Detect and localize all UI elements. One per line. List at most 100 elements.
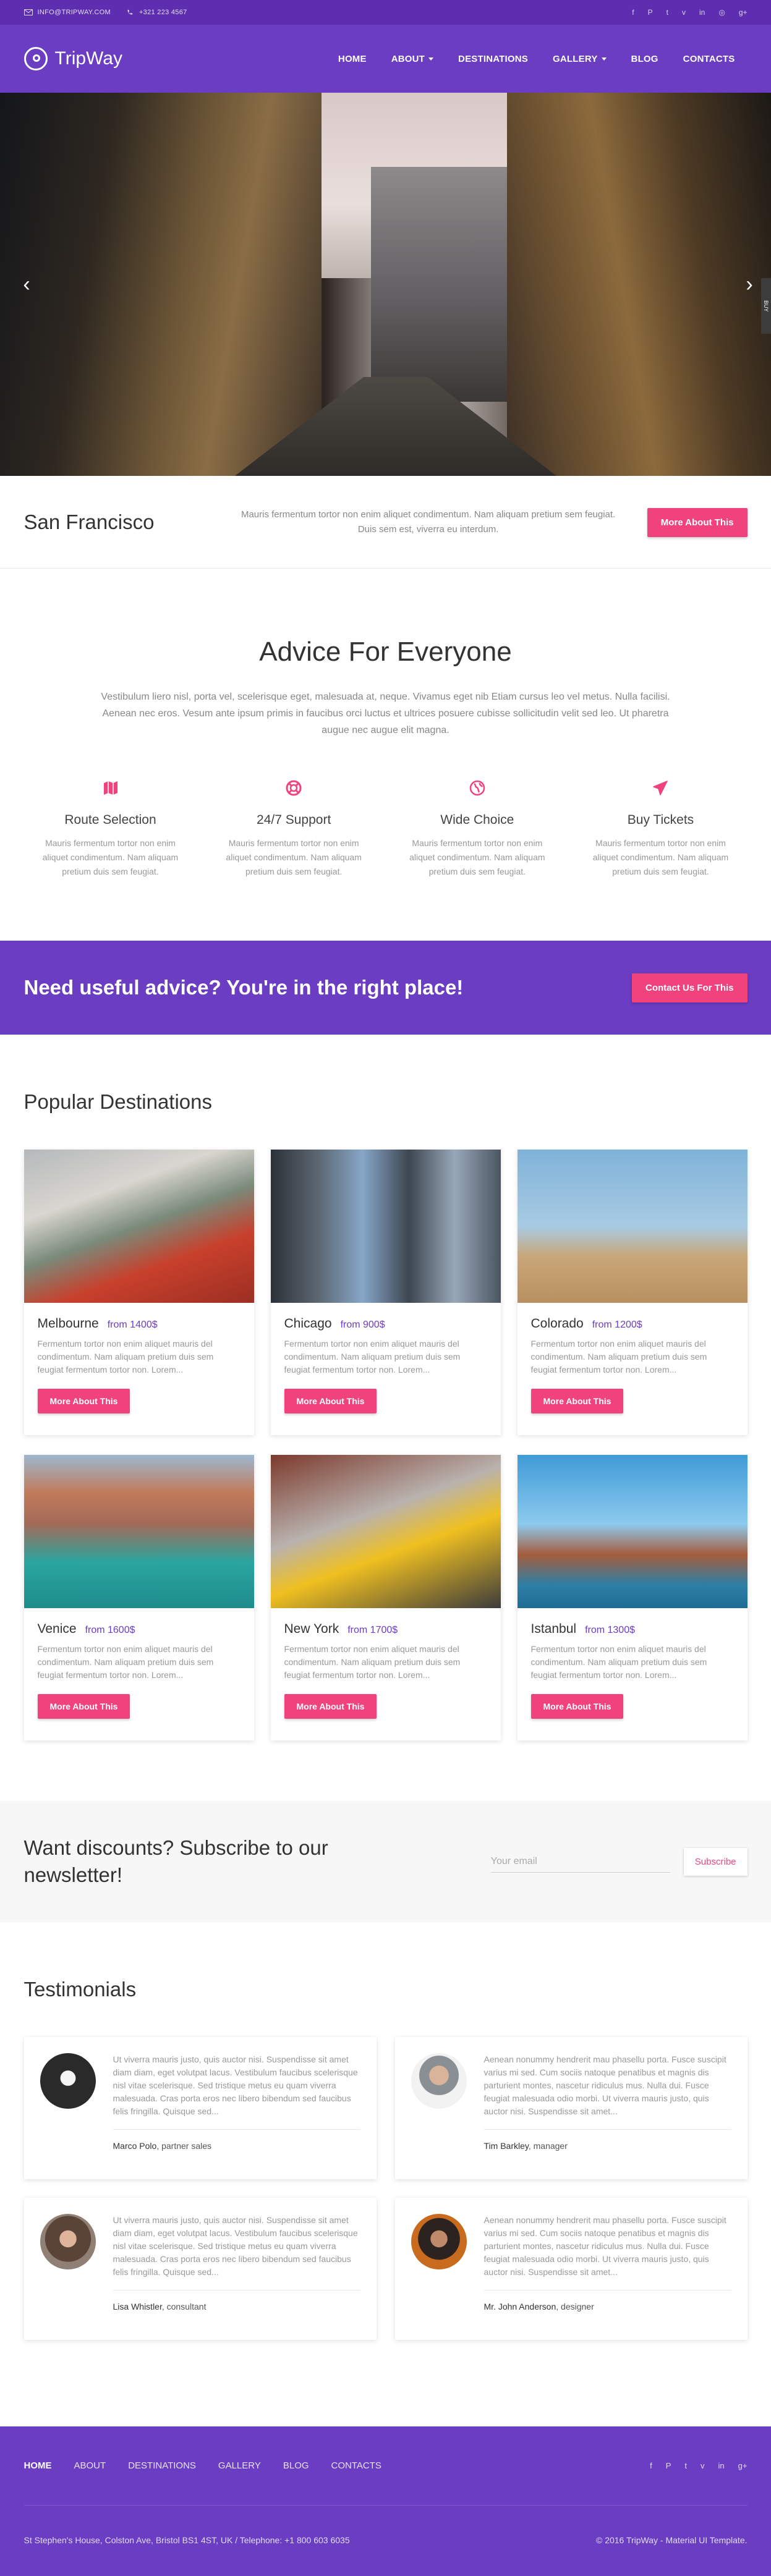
nav-item-gallery[interactable]: GALLERY [540,54,619,64]
destination-image[interactable] [23,1455,254,1608]
footer-nav-gallery[interactable]: GALLERY [218,2460,261,2471]
avatar [411,2214,467,2269]
lifebuoy-icon [207,776,380,800]
destination-card: Istanbul from 1300$ Fermentum tortor non e… [517,1455,748,1740]
destination-price: from 900$ [340,1320,385,1330]
nav-label: HOME [338,53,367,64]
avatar [411,2053,467,2109]
advice-lead: Vestibulum liero nisl, porta vel, sceler… [101,692,670,735]
testimonial-author: Mr. John Anderson, designer [484,2302,731,2311]
google-plus-icon[interactable]: g+ [738,2461,748,2470]
linkedin-icon[interactable]: in [699,8,705,17]
logo[interactable]: TripWay [23,47,122,70]
footer-nav-blog[interactable]: BLOG [283,2460,309,2471]
hero-slider: ‹ › BUY [0,93,771,476]
footer-nav-destinations[interactable]: DESTINATIONS [128,2460,196,2471]
destination-more-button[interactable]: More About This [37,1694,130,1719]
linkedin-icon[interactable]: in [718,2461,725,2470]
city-text: Mauris fermentum tortor non enim aliquet… [241,509,616,535]
nav-label: GALLERY [553,53,598,64]
destination-more-button[interactable]: More About This [284,1389,377,1413]
google-plus-icon[interactable]: g+ [739,8,748,17]
footer-nav-about[interactable]: ABOUT [74,2460,106,2471]
facebook-icon[interactable]: f [632,8,634,17]
author-role: , consultant [161,2302,207,2311]
buy-side-tab[interactable]: BUY [761,278,771,334]
twitter-icon[interactable]: t [667,8,668,17]
destination-image[interactable] [270,1150,501,1303]
destination-text: Fermentum tortor non enim aliquet mauris… [37,1644,214,1680]
slider-prev-arrow-icon[interactable]: ‹ [17,272,36,297]
destination-card: New York from 1700$ Fermentum tortor non e… [270,1455,501,1740]
cta-title: Need useful advice? You're in the right … [23,976,464,999]
slider-next-arrow-icon[interactable]: › [740,272,759,297]
destination-more-button[interactable]: More About This [37,1389,130,1413]
nav-item-destinations[interactable]: DESTINATIONS [446,54,540,64]
destination-name: New York [284,1622,339,1636]
instagram-icon[interactable]: ◎ [718,8,725,17]
destination-card: Melbourne from 1400$ Fermentum tortor non … [23,1150,254,1435]
destination-heading: Chicago from 900$ [284,1316,487,1331]
destination-card: Venice from 1600$ Fermentum tortor non eni… [23,1455,254,1740]
city-more-button[interactable]: More About This [647,507,748,537]
testimonials-grid: Ut viverra mauris justo, quis auctor nis… [23,2037,748,2340]
destination-more-button[interactable]: More About This [284,1694,377,1719]
destination-card-body: Melbourne from 1400$ Fermentum tortor non … [24,1303,254,1427]
footer-nav: HOME ABOUT DESTINATIONS GALLERY BLOG CONTACTS [24,2460,381,2471]
testimonial-content: Aenean nonummy hendrerit mau phasellu po… [483,2214,731,2340]
top-social-links: f Pt v in ◎ g+ [632,8,747,17]
testimonial-text: Ut viverra mauris justo, quis auctor nis… [113,2214,360,2290]
nav-item-contacts[interactable]: CONTACTS [671,54,748,64]
destinations-section: Popular Destinations Melbourne from 1400$… [0,1035,771,1777]
chevron-down-icon [428,57,434,61]
nav-item-about[interactable]: ABOUT [379,54,446,64]
top-email[interactable]: INFO@TRIPWAY.COM [23,9,111,16]
feature-item: 24/7 Support Mauris fermentum tortor non … [207,776,380,879]
destination-image[interactable] [517,1455,748,1608]
footer-nav-home[interactable]: HOME [24,2460,52,2471]
testimonial-text: Ut viverra mauris justo, quis auctor nis… [113,2053,360,2130]
top-phone[interactable]: +321 223 4567 [126,9,187,16]
newsletter-form: Subscribe [490,1847,748,1876]
testimonials-section: Testimonials Ut viverra mauris justo, qu… [0,1922,771,2408]
nav-item-home[interactable]: HOME [326,54,379,64]
mail-icon [23,9,33,15]
newsletter-title: Want discounts? Subscribe to our newslet… [23,1836,328,1886]
testimonial-content: Ut viverra mauris justo, quis auctor nis… [113,2053,360,2179]
testimonial-content: Aenean nonummy hendrerit mau phasellu po… [483,2053,731,2179]
destination-text: Fermentum tortor non enim aliquet mauris… [284,1339,461,1375]
twitter-icon[interactable]: t [684,2461,687,2470]
subscribe-button[interactable]: Subscribe [683,1847,748,1876]
destination-price: from 1400$ [107,1320,158,1330]
advice-title: Advice For Everyone [259,637,512,667]
destination-more-button[interactable]: More About This [530,1694,624,1719]
pinterest-icon[interactable]: P [666,2461,671,2470]
destination-text: Fermentum tortor non enim aliquet mauris… [530,1339,707,1375]
author-name: Marco Polo [113,2141,157,2151]
destination-card-body: New York from 1700$ Fermentum tortor non e… [271,1608,501,1732]
destination-heading: Melbourne from 1400$ [38,1316,241,1331]
destination-image[interactable] [517,1150,748,1303]
destination-more-button[interactable]: More About This [530,1389,624,1413]
main-header: TripWay HOME ABOUT DESTINATIONS GALLERY BLOG… [0,25,771,93]
testimonials-title: Testimonials [23,1978,137,2001]
destination-image[interactable] [23,1150,254,1303]
footer-copyright: © 2016 TripWay - Material UI Template. [595,2535,748,2545]
vimeo-icon[interactable]: v [682,8,686,17]
destination-card-body: Colorado from 1200$ Fermentum tortor non e… [518,1303,748,1427]
destination-image[interactable] [270,1455,501,1608]
feature-title: Route Selection [64,813,156,827]
destination-price: from 1600$ [85,1625,135,1635]
contact-us-button[interactable]: Contact Us For This [631,973,748,1002]
pinterest-icon[interactable]: P [648,8,653,17]
nav-label: DESTINATIONS [458,53,529,64]
testimonial-author: Tim Barkley, manager [484,2141,731,2151]
facebook-icon[interactable]: f [650,2461,652,2470]
destination-name: Colorado [530,1316,584,1331]
vimeo-icon[interactable]: v [701,2461,705,2470]
newsletter-email-input[interactable] [490,1850,670,1873]
chevron-down-icon [601,57,607,61]
footer-nav-contacts[interactable]: CONTACTS [331,2460,381,2471]
avatar [40,2053,96,2109]
nav-item-blog[interactable]: BLOG [619,54,671,64]
